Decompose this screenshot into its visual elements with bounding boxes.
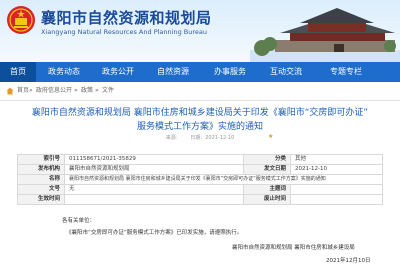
document-info-table: 索引号 011158671/2021-35829 分类 其他 发布机构 襄阳市自… — [17, 154, 383, 205]
value-category: 其他 — [290, 154, 383, 165]
site-title: 襄阳市自然资源和规划局 — [41, 9, 212, 27]
article-title-line2: 服务模式工作方案》实施的通知 — [136, 122, 263, 132]
value-index-number: 011158671/2021-35829 — [64, 154, 244, 165]
breadcrumb-separator: » — [74, 87, 78, 94]
city-gate-tower-illustration — [250, 8, 400, 62]
breadcrumb-separator: » — [95, 87, 99, 94]
label-category: 分类 — [243, 154, 291, 165]
site-subtitle: Xiangyang Natural Resources And Planning… — [41, 28, 207, 36]
nav-home[interactable]: 首页 — [0, 62, 36, 82]
table-row: 名称 襄阳市自然资源和规划局 襄阳市住房和城乡建设局关于印发《襄阳市“交房即可办… — [17, 174, 383, 185]
nav-special-topics[interactable]: 专题专栏 — [318, 62, 374, 82]
breadcrumb-separator: » — [29, 87, 33, 94]
article-source: 来源： — [165, 135, 181, 141]
value-publisher: 襄阳市自然资源和规划局 — [64, 164, 244, 175]
table-row: 生效时间 废止时间 — [17, 194, 383, 205]
body-salutation: 各有关单位： — [62, 218, 96, 224]
article-title: 襄阳市自然资源和规划局 襄阳市住房和城乡建设局关于印发《襄阳市“交房即可办证” … — [0, 106, 400, 134]
label-expiry-date: 废止时间 — [243, 194, 291, 205]
body-date: 2021年12月10日 — [326, 258, 371, 264]
value-name: 襄阳市自然资源和规划局 襄阳市住房和城乡建设局关于印发《襄阳市“交房即可办证”服… — [64, 174, 383, 185]
nav-gov-disclosure[interactable]: 政务公开 — [92, 62, 144, 82]
breadcrumb-documents[interactable]: 文件 — [102, 82, 114, 100]
site-header: 襄阳市自然资源和规划局 Xiangyang Natural Resources … — [0, 0, 400, 62]
nav-natural-resources[interactable]: 自然资源 — [146, 62, 200, 82]
value-issue-date: 2021-12-10 — [290, 164, 383, 175]
value-keywords — [290, 184, 383, 195]
favorite-star-icon[interactable]: ★ — [268, 133, 273, 140]
body-signature: 襄阳市自然资源和规划局 襄阳市住房和城乡建设局 — [232, 245, 355, 251]
label-effective-date: 生效时间 — [17, 194, 65, 205]
label-publisher: 发布机构 — [17, 164, 65, 175]
article-title-line1: 襄阳市自然资源和规划局 襄阳市住房和城乡建设局关于印发《襄阳市“交房即可办证” — [31, 108, 369, 118]
label-index-number: 索引号 — [17, 154, 65, 165]
main-navigation: 首页 政务动态 政务公开 自然资源 办事服务 互动交流 专题专栏 — [0, 62, 400, 82]
nav-services[interactable]: 办事服务 — [204, 62, 256, 82]
nav-interaction[interactable]: 互动交流 — [260, 62, 312, 82]
label-issue-date: 发文日期 — [243, 164, 291, 175]
national-emblem-icon — [7, 6, 35, 34]
nav-gov-news[interactable]: 政务动态 — [38, 62, 90, 82]
value-effective-date — [64, 194, 244, 205]
label-keywords: 主题词 — [243, 184, 291, 195]
label-document-number: 文号 — [17, 184, 65, 195]
breadcrumb: 首页 » 政府信息公开 » 政策 » 文件 — [0, 82, 400, 101]
article-meta: 来源： 日期：2021-12-10 ★ — [0, 133, 400, 141]
table-row: 发布机构 襄阳市自然资源和规划局 发文日期 2021-12-10 — [17, 164, 383, 175]
value-expiry-date — [290, 194, 383, 205]
body-paragraph: 《襄阳市“交房即可办证”服务模式工作方案》已印发实施，请遵照执行。 — [66, 230, 243, 236]
value-document-number: 无 — [64, 184, 244, 195]
table-row: 索引号 011158671/2021-35829 分类 其他 — [17, 154, 383, 165]
breadcrumb-gov-info[interactable]: 政府信息公开 — [36, 82, 72, 100]
article-date: 日期：2021-12-10 — [190, 135, 235, 141]
breadcrumb-home[interactable]: 首页 — [17, 82, 29, 100]
table-row: 文号 无 主题词 — [17, 184, 383, 195]
breadcrumb-policy[interactable]: 政策 — [81, 82, 93, 100]
home-icon — [6, 87, 14, 95]
label-name: 名称 — [17, 174, 65, 185]
